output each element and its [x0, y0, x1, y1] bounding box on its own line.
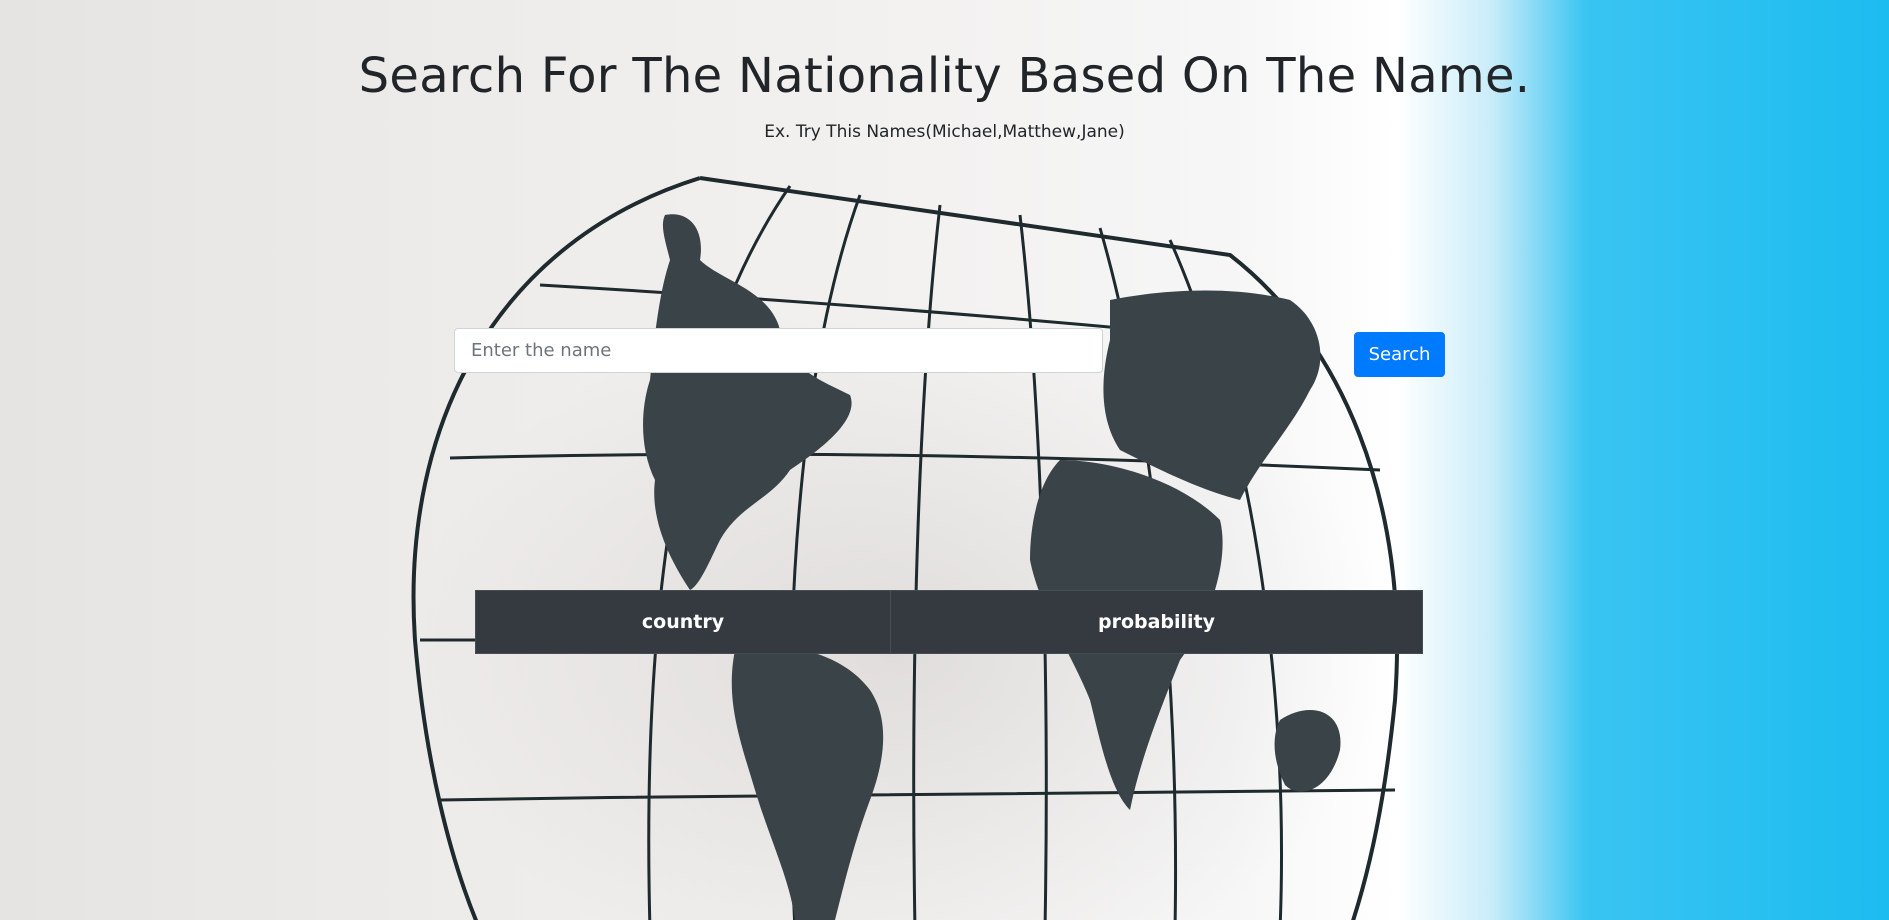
page-title: Search For The Nationality Based On The …	[358, 48, 1531, 104]
table-header-row: country probability	[475, 590, 1423, 654]
search-button[interactable]: Search	[1354, 332, 1445, 377]
results-table: country probability	[475, 590, 1423, 654]
page: Search For The Nationality Based On The …	[0, 0, 1889, 920]
column-header-probability: probability	[890, 590, 1423, 654]
results-table-header: country probability	[475, 590, 1423, 654]
column-header-country: country	[475, 590, 891, 654]
name-search-input[interactable]	[454, 328, 1103, 373]
example-names-hint: Ex. Try This Names(Michael,Matthew,Jane)	[764, 122, 1125, 142]
